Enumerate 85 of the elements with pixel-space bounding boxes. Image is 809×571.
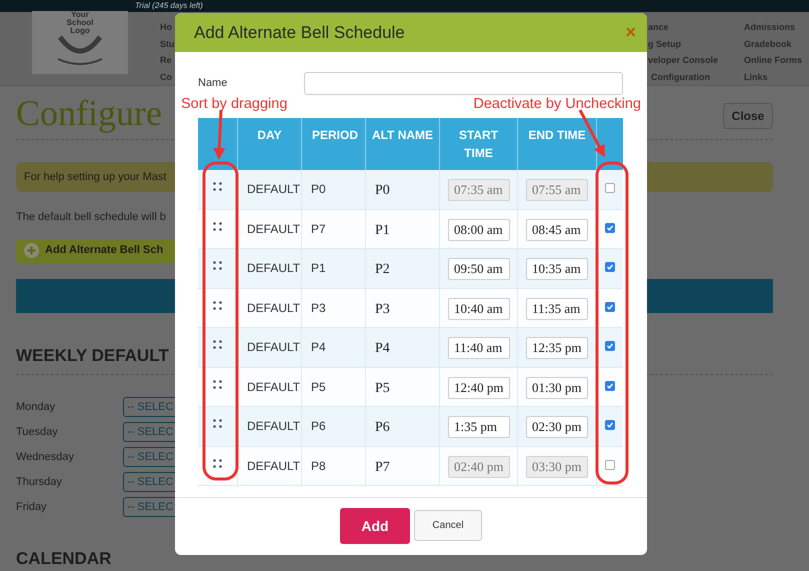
day-label: Thursday <box>16 474 63 490</box>
description-text: The default bell schedule will b <box>16 210 167 225</box>
day-label: Monday <box>16 400 56 415</box>
name-input[interactable] <box>304 72 623 95</box>
alt-name-cell: P1 <box>375 222 390 238</box>
period-cell: P6 <box>311 419 326 433</box>
active-checkbox[interactable] <box>605 183 615 193</box>
active-checkbox[interactable] <box>605 380 615 390</box>
end-time-field[interactable]: 03:30 pm <box>526 456 588 478</box>
end-time-field[interactable]: 11:35 am <box>526 298 588 320</box>
calendar-heading: CALENDAR <box>16 548 112 570</box>
active-checkbox[interactable] <box>605 262 615 272</box>
plus-icon <box>24 243 39 258</box>
alt-name-cell: P4 <box>375 341 390 356</box>
modal-title: Add Alternate Bell Schedule <box>194 22 405 44</box>
end-time-field[interactable]: 02:30 pm <box>526 416 588 438</box>
period-cell: P3 <box>311 300 326 314</box>
alt-name-cell: P6 <box>375 420 390 435</box>
drag-handle-icon[interactable] <box>213 458 222 468</box>
nav-link[interactable]: Admissions <box>744 21 809 36</box>
cancel-button[interactable]: Cancel <box>414 510 482 541</box>
logo-text: Your School Logo <box>66 11 94 35</box>
day-cell: DEFAULT <box>247 261 300 275</box>
alt-name-cell: P7 <box>375 460 390 474</box>
start-time-field[interactable]: 02:40 pm <box>448 456 510 478</box>
nav-link[interactable]: ance <box>648 21 669 36</box>
active-checkbox[interactable] <box>605 222 615 232</box>
nav-link[interactable]: Gradebook <box>744 38 809 52</box>
day-cell: DEFAULT <box>247 380 300 394</box>
annotation-text: Sort by dragging <box>181 95 288 114</box>
end-time-field[interactable]: 08:45 am <box>526 218 588 240</box>
drag-handle-icon[interactable] <box>213 380 222 388</box>
start-time-field[interactable]: 11:40 am <box>448 337 510 359</box>
nav-link[interactable]: Online Forms <box>744 54 809 68</box>
add-button[interactable]: Add <box>340 508 410 544</box>
drag-handle-icon[interactable] <box>213 419 222 428</box>
nav-link[interactable]: Stu <box>160 38 174 52</box>
end-time-field[interactable]: 12:35 pm <box>526 337 588 359</box>
nav-link[interactable]: g Setup <box>648 38 681 52</box>
annotation-text: Deactivate by Unchecking <box>473 95 641 114</box>
drag-handle-icon[interactable] <box>213 261 222 270</box>
active-checkbox[interactable] <box>605 302 615 312</box>
nav-link[interactable]: veloper Console <box>648 54 718 68</box>
alt-name-cell: P5 <box>375 380 390 396</box>
day-cell: DEFAULT <box>247 419 300 433</box>
day-label: Wednesday <box>16 450 75 465</box>
end-time-field[interactable]: 10:35 am <box>526 258 588 280</box>
end-time-field[interactable]: 07:55 am <box>526 179 588 201</box>
annotation-arrow <box>213 110 226 160</box>
day-label: Tuesday <box>16 424 59 440</box>
period-cell: P4 <box>311 340 326 354</box>
drag-handle-icon[interactable] <box>213 222 222 230</box>
close-button[interactable]: Close <box>723 103 773 129</box>
period-cell: P8 <box>311 458 326 472</box>
nav-link[interactable]: Co <box>160 70 174 85</box>
end-time-field[interactable]: 01:30 pm <box>526 376 588 398</box>
day-label: Friday <box>16 500 48 515</box>
nav-link[interactable]: Links <box>744 70 809 85</box>
start-time-field[interactable]: 12:40 pm <box>448 376 510 398</box>
nav-link[interactable]: Re <box>160 54 174 68</box>
drag-handle-icon[interactable] <box>213 340 222 349</box>
day-cell: DEFAULT <box>247 340 300 354</box>
start-time-field[interactable]: 10:40 am <box>448 298 510 320</box>
start-time-field[interactable]: 1:35 pm <box>448 416 510 438</box>
nav-link[interactable]: Configuration <box>651 70 710 85</box>
name-label: Name <box>198 76 228 92</box>
active-checkbox[interactable] <box>605 460 615 470</box>
active-checkbox[interactable] <box>605 420 615 430</box>
day-cell: DEFAULT <box>247 300 300 314</box>
alt-name-cell: P2 <box>375 262 390 277</box>
alt-name-cell: P3 <box>375 302 390 316</box>
period-cell: P1 <box>311 261 326 275</box>
start-time-field[interactable]: 08:00 am <box>448 218 510 240</box>
period-cell: P5 <box>311 380 326 394</box>
active-checkbox[interactable] <box>605 341 615 351</box>
start-time-field[interactable]: 09:50 am <box>448 258 510 280</box>
page-title: Configure <box>16 93 162 133</box>
period-cell: P7 <box>311 222 326 236</box>
nav-link[interactable]: Ho <box>160 21 174 36</box>
day-cell: DEFAULT <box>247 458 300 472</box>
start-time-field[interactable]: 07:35 am <box>448 179 510 201</box>
trial-note: Trial (245 days left) <box>135 1 203 11</box>
drag-handle-icon[interactable] <box>213 300 222 310</box>
day-cell: DEFAULT <box>247 222 300 236</box>
drag-handle-icon[interactable] <box>213 182 222 191</box>
